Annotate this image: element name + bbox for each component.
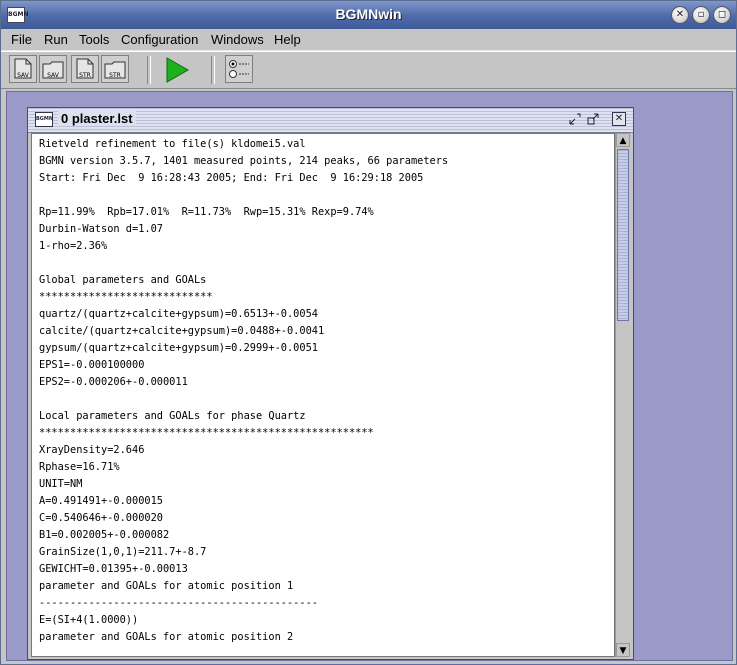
document-line: gypsum/(quartz+calcite+gypsum)=0.2999+-0… (39, 342, 318, 354)
toolbar-separator (211, 56, 215, 84)
document-line: E=(SI+4(1.0000)) (39, 614, 139, 626)
document-text-area[interactable]: Rietveld refinement to file(s) kldomei5.… (31, 133, 615, 657)
document-close-icon[interactable]: ✕ (612, 112, 626, 126)
str-button-label: STR (79, 72, 91, 79)
save-button[interactable]: SAV (9, 55, 37, 83)
radio-list-icon (229, 60, 249, 78)
menu-run[interactable]: Run (44, 32, 68, 47)
document-line: Global parameters and GOALs (39, 274, 207, 286)
minimize-icon[interactable]: ▫ (692, 6, 710, 24)
mdi-desktop: BGMN 0 plaster.lst ✕ Rietveld refinement… (6, 91, 733, 661)
menu-bar: File Run Tools Configuration Windows Hel… (1, 29, 736, 51)
window-title: BGMNwin (335, 6, 402, 22)
document-line: B1=0.002005+-0.000082 (39, 529, 170, 541)
document-title: 0 plaster.lst (58, 111, 136, 126)
document-line: quartz/(quartz+calcite+gypsum)=0.6513+-0… (39, 308, 318, 320)
document-line: UNIT=NM (39, 478, 83, 490)
document-line: parameter and GOALs for atomic position … (39, 580, 294, 592)
document-line: Rp=11.99% Rpb=17.01% R=11.73% Rwp=15.31%… (39, 206, 374, 218)
play-icon (166, 57, 190, 83)
run-button[interactable] (161, 55, 190, 83)
bgmnwin-window: BGMN BGMNwin ✕ ▫ ◻ File Run Tools Config… (0, 0, 737, 665)
str-button[interactable]: STR (71, 55, 99, 83)
maximize-icon[interactable]: ◻ (713, 6, 731, 24)
document-line: calcite/(quartz+calcite+gypsum)=0.0488+-… (39, 325, 325, 337)
save-button-label: SAV (17, 72, 29, 79)
scroll-down-icon[interactable]: ▼ (616, 643, 630, 657)
document-line: GEWICHT=0.01395+-0.00013 (39, 563, 188, 575)
save-all-button[interactable]: SAV (39, 55, 67, 83)
expand-icon (587, 113, 599, 125)
document-line: C=0.540646+-0.000020 (39, 512, 163, 524)
document-line: BGMN version 3.5.7, 1401 measured points… (39, 155, 449, 167)
document-line: EPS2=-0.000206+-0.000011 (39, 376, 188, 388)
document-line: Rietveld refinement to file(s) kldomei5.… (39, 138, 306, 150)
str-folder-button[interactable]: STR (101, 55, 129, 83)
document-line: 1-rho=2.36% (39, 240, 108, 252)
document-line: ****************************************… (39, 427, 374, 439)
save-all-button-label: SAV (47, 72, 59, 79)
document-window: BGMN 0 plaster.lst ✕ Rietveld refinement… (27, 107, 634, 660)
document-line: parameter and GOALs for atomic position … (39, 631, 294, 643)
menu-tools[interactable]: Tools (79, 32, 109, 47)
document-line: Local parameters and GOALs for phase Qua… (39, 410, 306, 422)
document-line: XrayDensity=2.646 (39, 444, 145, 456)
close-icon[interactable]: ✕ (671, 6, 689, 24)
vertical-scrollbar[interactable]: ▲ ▼ (615, 133, 630, 657)
document-line: ----------------------------------------… (39, 597, 318, 609)
menu-configuration[interactable]: Configuration (121, 32, 198, 47)
toolbar: SAV SAV STR STR (1, 51, 736, 89)
document-line: A=0.491491+-0.000015 (39, 495, 163, 507)
iconify-icon[interactable] (568, 112, 582, 126)
options-button[interactable] (225, 55, 253, 83)
str-folder-button-label: STR (109, 72, 121, 79)
toolbar-separator (147, 56, 151, 84)
bgmn-document-icon: BGMN (35, 112, 53, 127)
scroll-thumb[interactable] (617, 149, 629, 321)
title-bar[interactable]: BGMN BGMNwin ✕ ▫ ◻ (1, 1, 736, 30)
document-line: Durbin-Watson d=1.07 (39, 223, 163, 235)
document-line: **************************** (39, 291, 213, 303)
minimize-arrows-icon (569, 113, 581, 125)
document-text: Rietveld refinement to file(s) kldomei5.… (39, 136, 448, 646)
maximize-arrows-icon[interactable] (586, 112, 600, 126)
menu-windows[interactable]: Windows (211, 32, 264, 47)
menu-file[interactable]: File (11, 32, 32, 47)
document-line: EPS1=-0.000100000 (39, 359, 145, 371)
document-line: GrainSize(1,0,1)=211.7+-8.7 (39, 546, 207, 558)
menu-help[interactable]: Help (274, 32, 301, 47)
scroll-up-icon[interactable]: ▲ (616, 133, 630, 147)
document-line: Rphase=16.71% (39, 461, 120, 473)
document-line: Start: Fri Dec 9 16:28:43 2005; End: Fri… (39, 172, 424, 184)
document-title-bar[interactable]: BGMN 0 plaster.lst ✕ (28, 108, 633, 133)
